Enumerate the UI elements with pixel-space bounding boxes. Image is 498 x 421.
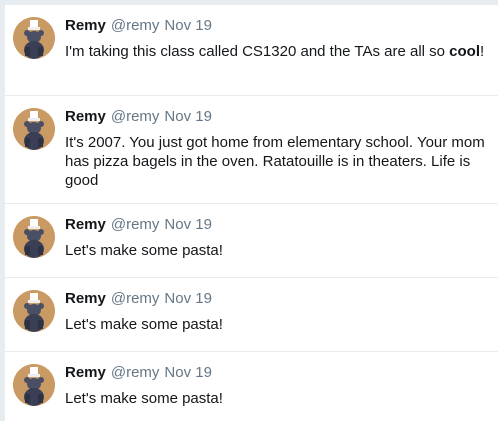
author-handle[interactable]: @remy — [111, 108, 160, 126]
rat-chef-avatar-icon — [13, 290, 55, 332]
author-name[interactable]: Remy — [65, 216, 106, 234]
tweet-header: Remy @remy Nov 19 — [65, 290, 488, 308]
tweet-content: Remy @remy Nov 19 Let's make some pasta! — [65, 216, 488, 260]
tweet-feed: Remy @remy Nov 19 I'm taking this class … — [4, 5, 498, 421]
avatar[interactable] — [13, 108, 55, 150]
author-name[interactable]: Remy — [65, 108, 106, 126]
author-handle[interactable]: @remy — [111, 290, 160, 308]
author-name[interactable]: Remy — [65, 364, 106, 382]
tweet-item[interactable]: Remy @remy Nov 19 Let's make some pasta! — [5, 204, 498, 278]
tweet-content: Remy @remy Nov 19 Let's make some pasta! — [65, 290, 488, 334]
tweet-date[interactable]: Nov 19 — [164, 290, 212, 308]
tweet-item[interactable]: Remy @remy Nov 19 I'm taking this class … — [5, 5, 498, 96]
rat-chef-avatar-icon — [13, 17, 55, 59]
author-handle[interactable]: @remy — [111, 364, 160, 382]
tweet-item[interactable]: Remy @remy Nov 19 It's 2007. You just go… — [5, 96, 498, 204]
tweet-header: Remy @remy Nov 19 — [65, 216, 488, 234]
tweet-header: Remy @remy Nov 19 — [65, 17, 488, 35]
tweet-date[interactable]: Nov 19 — [164, 216, 212, 234]
tweet-content: Remy @remy Nov 19 I'm taking this class … — [65, 17, 488, 61]
tweet-text-part: I'm taking this class called CS1320 and … — [65, 43, 450, 60]
avatar[interactable] — [13, 290, 55, 332]
tweet-text: Let's make some pasta! — [65, 316, 223, 333]
tweet-item[interactable]: Remy @remy Nov 19 Let's make some pasta! — [5, 278, 498, 352]
author-name[interactable]: Remy — [65, 17, 106, 35]
tweet-content: Remy @remy Nov 19 Let's make some pasta! — [65, 364, 488, 408]
avatar[interactable] — [13, 17, 55, 59]
avatar[interactable] — [13, 364, 55, 406]
avatar[interactable] — [13, 216, 55, 258]
tweet-item[interactable]: Remy @remy Nov 19 Let's make some pasta! — [5, 352, 498, 421]
tweet-text: It's 2007. You just got home from elemen… — [65, 134, 485, 189]
author-name[interactable]: Remy — [65, 290, 106, 308]
author-handle[interactable]: @remy — [111, 17, 160, 35]
rat-chef-avatar-icon — [13, 364, 55, 406]
tweet-text-bold: cool — [449, 43, 481, 60]
tweet-text-part: ! — [480, 43, 485, 60]
tweet-text: Let's make some pasta! — [65, 242, 223, 259]
tweet-text: Let's make some pasta! — [65, 390, 223, 407]
rat-chef-avatar-icon — [13, 108, 55, 150]
tweet-date[interactable]: Nov 19 — [164, 364, 212, 382]
author-handle[interactable]: @remy — [111, 216, 160, 234]
tweet-header: Remy @remy Nov 19 — [65, 108, 488, 126]
tweet-content: Remy @remy Nov 19 It's 2007. You just go… — [65, 108, 488, 190]
tweet-text: I'm taking this class called CS1320 and … — [65, 42, 488, 61]
tweet-date[interactable]: Nov 19 — [164, 108, 212, 126]
rat-chef-avatar-icon — [13, 216, 55, 258]
tweet-date[interactable]: Nov 19 — [164, 17, 212, 35]
tweet-header: Remy @remy Nov 19 — [65, 364, 488, 382]
